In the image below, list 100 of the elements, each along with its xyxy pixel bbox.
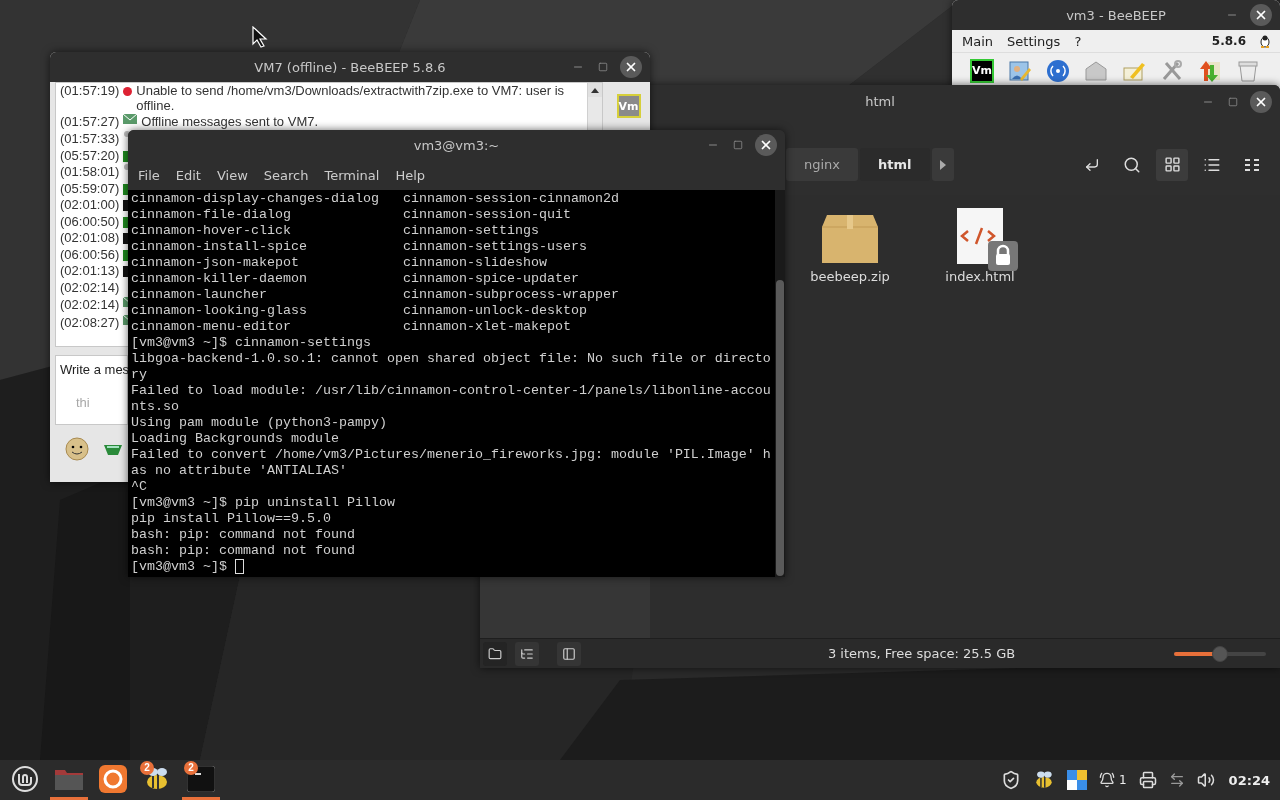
- triangle-right-icon: [938, 158, 947, 171]
- menu-item[interactable]: File: [130, 167, 168, 183]
- smiley-icon[interactable]: [65, 437, 89, 461]
- message-time: (05:59:07): [60, 180, 120, 196]
- terminal-line: cinnamon-looking-glass: [131, 303, 308, 319]
- broadcast-icon[interactable]: [1046, 58, 1070, 83]
- terminal-line: nts.so: [131, 399, 179, 415]
- message-time: (02:02:14): [60, 279, 120, 295]
- terminal-line: cinnamon-xlet-makepot: [402, 319, 571, 335]
- terminal-line: cinnamon-display-changes-dialog: [131, 191, 380, 207]
- sidebar-mode-button[interactable]: [557, 641, 581, 666]
- menu-item[interactable]: Settings: [1007, 33, 1061, 49]
- maximize-icon: [733, 140, 743, 150]
- close-button[interactable]: [755, 134, 777, 156]
- terminal-line: ^C: [131, 479, 147, 495]
- notification-count: 1: [1118, 773, 1127, 787]
- terminal-line: Using pam module (python3-pampy): [131, 415, 387, 431]
- close-icon: [624, 60, 638, 74]
- message-time: (05:57:20): [60, 147, 120, 163]
- menu-item[interactable]: View: [208, 167, 256, 183]
- version-label: 5.8.6: [1211, 34, 1246, 48]
- up-arrow-icon: [591, 87, 599, 93]
- message-time: (02:02:14): [60, 297, 120, 312]
- terminal-line: cinnamon-session-cinnamon2d: [402, 191, 619, 207]
- sidebar-mode-button[interactable]: [483, 641, 507, 666]
- message-time: (02:01:13): [60, 263, 120, 278]
- terminal-line: cinnamon-install-spice: [131, 239, 308, 255]
- search-icon: [1123, 155, 1141, 174]
- breadcrumb-button[interactable]: nginx: [786, 148, 859, 181]
- close-button[interactable]: [620, 56, 642, 78]
- message-time: (02:01:00): [60, 197, 120, 212]
- window-title: html: [865, 94, 895, 109]
- menu-item[interactable]: Terminal: [316, 167, 388, 183]
- close-icon: [1254, 8, 1268, 22]
- view-mode-button[interactable]: [1156, 148, 1188, 181]
- message-field[interactable]: Write a mes thi: [55, 355, 128, 425]
- terminal-line: cinnamon-subprocess-wrapper: [402, 287, 619, 303]
- penguin-icon: [1260, 34, 1270, 48]
- terminal-line: cinnamon-killer-daemon: [131, 271, 308, 287]
- terminal-line: cinnamon-file-dialog: [131, 207, 292, 223]
- message-time: (02:08:27): [60, 315, 120, 330]
- tree-icon: [520, 646, 534, 661]
- mouse-cursor-icon: [252, 26, 270, 48]
- terminal-line: cinnamon-launcher: [131, 287, 268, 303]
- error-icon: [123, 87, 133, 96]
- sidebar-icon: [562, 646, 576, 661]
- status-text: 3 items, Free space: 25.5 GB: [826, 646, 1017, 661]
- user-avatar[interactable]: Vm: [970, 58, 994, 83]
- tools-icon[interactable]: [1160, 58, 1184, 83]
- notification-icon[interactable]: [1098, 772, 1115, 788]
- terminal-prompt: [vm3@vm3 ~]$: [131, 559, 227, 575]
- zoom-slider[interactable]: [1172, 644, 1268, 663]
- menu-item[interactable]: ?: [1074, 33, 1082, 49]
- network-icon[interactable]: [1168, 772, 1185, 788]
- text-cursor: [234, 559, 244, 574]
- menu-item[interactable]: Help: [387, 167, 434, 183]
- zoom-slider-thumb[interactable]: [1212, 645, 1228, 662]
- message-time: (01:58:01): [60, 164, 120, 179]
- terminal-line: Failed to convert /home/vm3/Pictures/menerio_fireworks.jpg: module 'PIL.Image' h: [131, 447, 771, 463]
- browser-icon: [99, 764, 127, 793]
- terminal-line: bash: pip: command not found: [131, 527, 355, 543]
- terminal-line: cinnamon-settings-users: [402, 239, 587, 255]
- message-time: (06:00:50): [60, 213, 120, 229]
- message-time: (01:57:19): [60, 83, 120, 98]
- message-time: (01:57:27): [60, 114, 120, 129]
- maximize-button[interactable]: [731, 138, 745, 152]
- clock[interactable]: 02:24: [1228, 772, 1270, 788]
- terminal-line: Loading Backgrounds module: [131, 431, 339, 447]
- logo-icon: [11, 764, 39, 793]
- terminal-line: cinnamon-hover-click: [131, 223, 292, 239]
- file-name[interactable]: beebeep.zip: [810, 269, 890, 284]
- breadcrumb-button[interactable]: html: [860, 148, 930, 181]
- maximize-button[interactable]: [596, 60, 610, 74]
- window-title: vm3@vm3:~: [413, 137, 500, 153]
- message-text: Offline messages sent to VM7.: [141, 114, 320, 129]
- volume-icon[interactable]: [1196, 771, 1215, 789]
- menu-item[interactable]: Edit: [167, 167, 209, 183]
- user-edit-icon[interactable]: [1008, 58, 1032, 83]
- terminal-line: ry: [131, 367, 147, 383]
- compact-list-icon: [1244, 157, 1260, 172]
- count-badge: 2: [184, 761, 198, 775]
- scroll-up-button[interactable]: [588, 83, 602, 97]
- breadcrumb-next-button[interactable]: [931, 148, 954, 181]
- close-button[interactable]: [1250, 90, 1272, 113]
- printer-icon[interactable]: [1138, 771, 1157, 789]
- menu-item[interactable]: Search: [255, 167, 317, 183]
- terminal-line: cinnamon-spice-updater: [402, 271, 579, 287]
- scrollbar-thumb[interactable]: [776, 280, 784, 576]
- terminal-line: as no attribute 'ANTIALIAS': [131, 463, 347, 479]
- sidebar-mode-button[interactable]: [515, 641, 539, 666]
- folder-icon: [488, 646, 502, 661]
- terminal-line: cinnamon-settings: [402, 223, 539, 239]
- file-name[interactable]: index.html: [945, 269, 1015, 284]
- close-button[interactable]: [1250, 4, 1272, 26]
- terminal-line: [vm3@vm3 ~]$ cinnamon-settings: [131, 335, 371, 351]
- color-squares-icon[interactable]: [1066, 770, 1087, 790]
- menu-item[interactable]: Main: [962, 33, 994, 49]
- terminal-line: cinnamon-session-quit: [402, 207, 571, 223]
- close-icon: [759, 138, 773, 152]
- terminal-line: [vm3@vm3 ~]$ pip uninstall Pillow: [131, 495, 395, 511]
